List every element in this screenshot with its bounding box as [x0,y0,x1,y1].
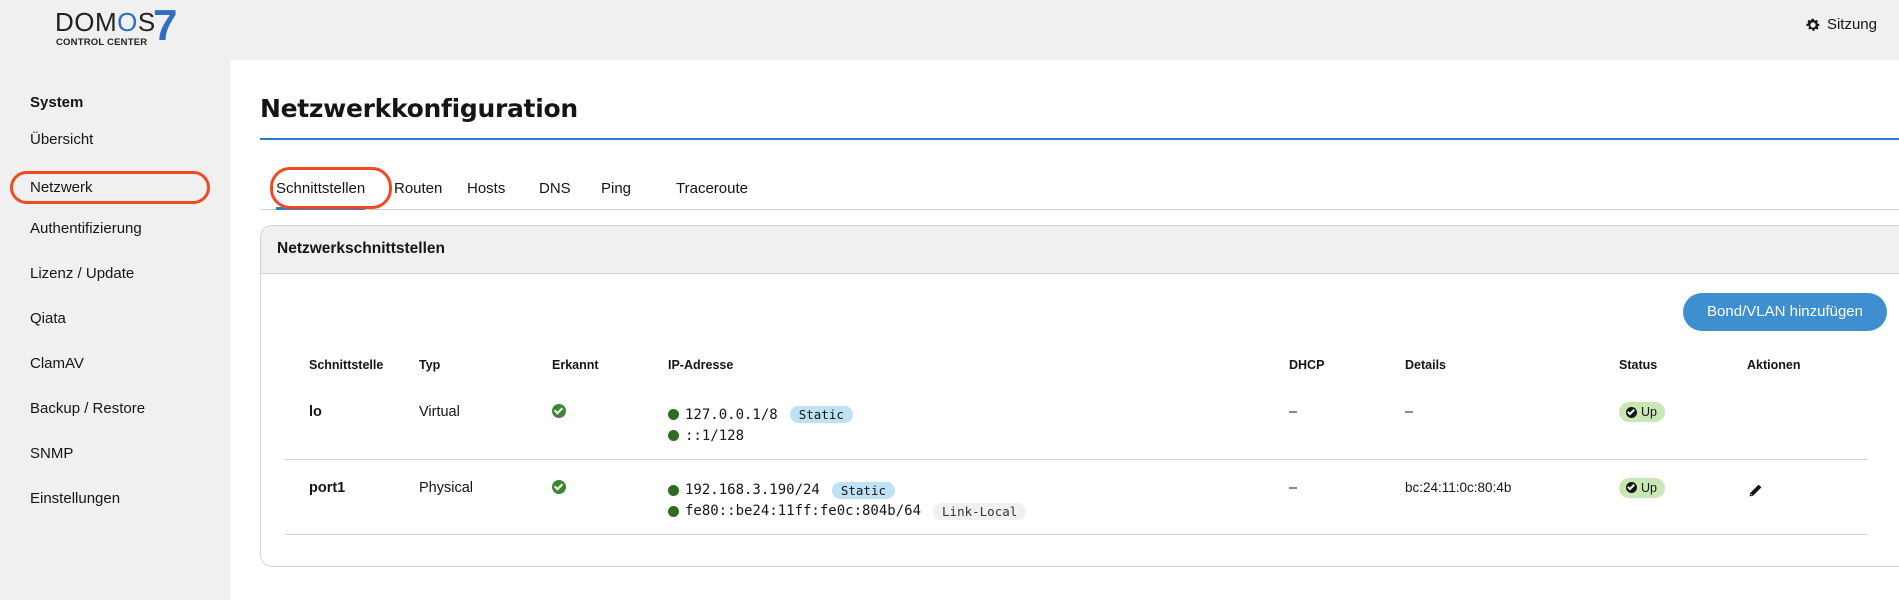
interfaces-table: Schnittstelle Typ Erkannt IP-Adresse DHC… [285,346,1868,535]
interface-type: Virtual [419,404,460,420]
tab-traceroute[interactable]: Traceroute [676,170,748,210]
col-header-schnittstelle[interactable]: Schnittstelle [285,346,395,384]
check-circle-icon [1626,406,1637,418]
col-header-ip-adresse[interactable]: IP-Adresse [644,346,1265,384]
detected-cell [528,459,644,534]
sidebar-item-uebersicht[interactable]: Übersicht [30,128,93,152]
sidebar-item-lizenz-update[interactable]: Lizenz / Update [30,262,134,286]
sidebar-item-clamav[interactable]: ClamAV [30,352,84,376]
details-value: bc:24:11:0c:80:4b [1405,479,1512,495]
detected-cell [528,384,644,459]
col-header-details[interactable]: Details [1381,346,1595,384]
main-content: Netzwerkkonfiguration Schnittstellen Rou… [230,60,1899,600]
session-menu[interactable]: Sitzung [1805,16,1877,33]
interfaces-panel: Netzwerkschnittstellen Bond/VLAN hinzufü… [260,225,1899,567]
status-dot-icon [668,409,679,420]
logo-word: DOMOS [55,7,156,37]
interface-type: Physical [419,479,473,496]
table-row: lo Virtual 127.0.0.1/8 Static ::1/128 – … [285,384,1868,459]
status-cell: Up [1595,459,1723,534]
ip-cell: 192.168.3.190/24 Static fe80::be24:11ff:… [644,459,1265,534]
title-divider [260,138,1899,140]
col-header-erkannt[interactable]: Erkannt [528,346,644,384]
sidebar-item-netzwerk[interactable]: Netzwerk [10,171,210,204]
actions-cell [1723,459,1868,534]
check-circle-icon [552,404,566,418]
details-value: – [1405,404,1414,420]
logo-number: 7 [153,1,178,50]
page-title: Netzwerkkonfiguration [260,94,578,123]
dhcp-value: – [1289,479,1298,496]
tab-bar: Schnittstellen Routen Hosts DNS Ping Tra… [260,167,1899,210]
sidebar-item-authentifizierung[interactable]: Authentifizierung [30,217,142,241]
add-bond-vlan-button[interactable]: Bond/VLAN hinzufügen [1683,293,1887,331]
ip-cell: 127.0.0.1/8 Static ::1/128 [644,384,1265,459]
domos-logo[interactable]: DOMOS 7 CONTROL CENTER [55,1,185,50]
gear-icon [1806,18,1820,31]
tab-dns[interactable]: DNS [539,170,571,210]
check-circle-icon [552,479,566,494]
table-header-row: Schnittstelle Typ Erkannt IP-Adresse DHC… [285,346,1868,384]
ip-address: 192.168.3.190/24 [685,482,820,498]
col-header-typ[interactable]: Typ [395,346,528,384]
tab-hosts[interactable]: Hosts [467,170,505,210]
tab-routen[interactable]: Routen [394,170,442,210]
col-header-dhcp[interactable]: DHCP [1265,346,1381,384]
ip-tag-link-local: Link-Local [933,502,1027,520]
ip-tag-static: Static [789,406,853,423]
check-circle-icon [1626,482,1637,493]
tab-label: Schnittstellen [276,180,366,197]
dhcp-value: – [1289,404,1298,420]
col-header-aktionen: Aktionen [1747,358,1801,372]
sidebar-item-backup-restore[interactable]: Backup / Restore [30,397,145,421]
status-badge: Up [1619,477,1665,498]
pencil-icon[interactable] [1747,483,1763,499]
ip-entry: 127.0.0.1/8 Static [668,404,1265,425]
status-dot-icon [668,430,679,441]
ip-entry: fe80::be24:11ff:fe0c:804b/64 Link-Local [668,501,1265,522]
status-label: Up [1641,480,1657,495]
status-dot-icon [668,484,679,496]
ip-entry: 192.168.3.190/24 Static [668,480,1265,501]
interface-name: port1 [309,479,346,496]
col-header-status[interactable]: Status [1595,346,1723,384]
actions-cell [1723,384,1868,459]
status-dot-icon [668,505,679,517]
interface-name: lo [309,404,322,420]
sidebar-item-einstellungen[interactable]: Einstellungen [30,487,120,511]
status-label: Up [1641,405,1657,419]
sidebar: System Übersicht Netzwerk Authentifizier… [0,60,230,600]
top-header: DOMOS 7 CONTROL CENTER Sitzung [0,0,1899,60]
tab-schnittstellen[interactable]: Schnittstellen [270,167,392,210]
tab-ping[interactable]: Ping [601,170,631,210]
ip-address: fe80::be24:11ff:fe0c:804b/64 [685,503,922,519]
ip-address: ::1/128 [685,427,745,444]
panel-title: Netzwerkschnittstellen [261,226,1899,274]
ip-address: 127.0.0.1/8 [685,406,778,423]
status-cell: Up [1595,384,1723,459]
sidebar-item-qiata[interactable]: Qiata [30,307,66,331]
sidebar-item-snmp[interactable]: SNMP [30,442,73,466]
table-row: port1 Physical 192.168.3.190/24 Static f… [285,459,1868,534]
ip-entry: ::1/128 [668,425,1265,446]
status-badge: Up [1619,402,1665,422]
sidebar-section-title: System [30,94,84,111]
session-label: Sitzung [1826,16,1877,33]
logo-subtitle: CONTROL CENTER [56,37,148,48]
ip-tag-static: Static [831,481,896,499]
